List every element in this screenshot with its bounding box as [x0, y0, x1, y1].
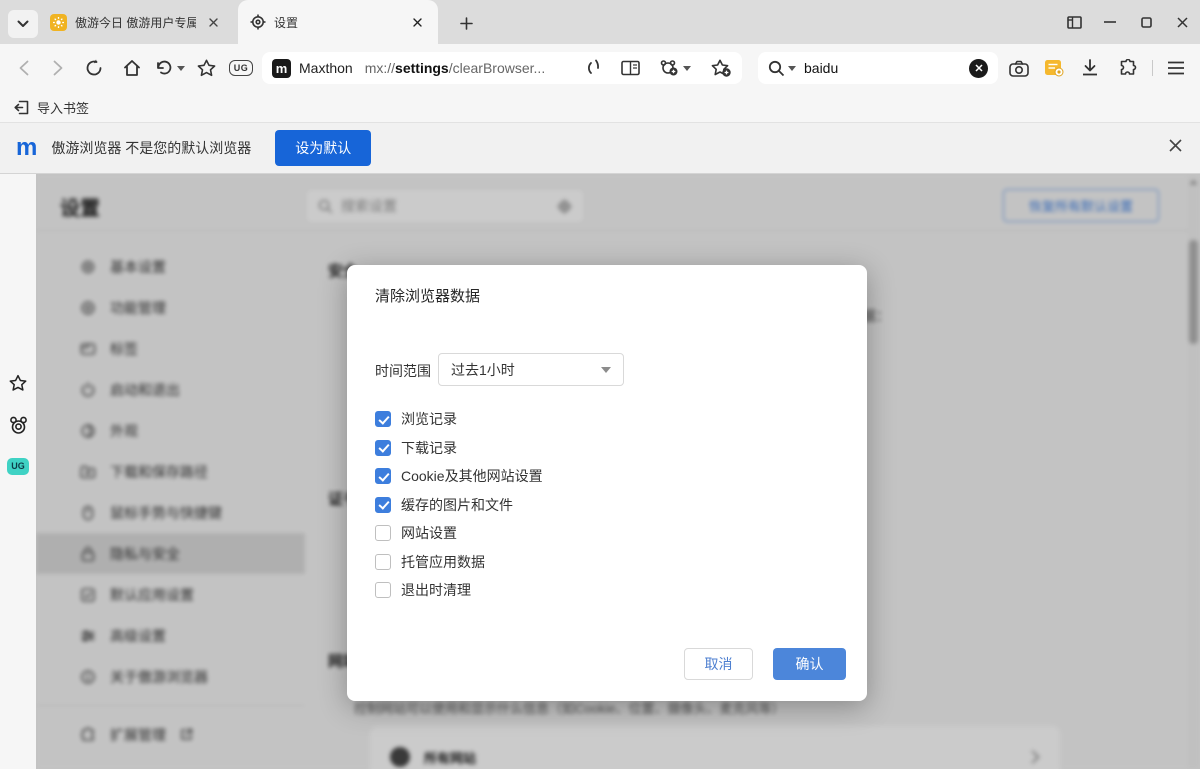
maximize-button[interactable]	[1128, 0, 1164, 44]
checkbox-clear-on-exit[interactable]: 退出时清理	[375, 576, 543, 605]
toolbar-divider	[1152, 60, 1153, 76]
address-bar[interactable]: m Maxthon mx://settings/clearBrowser...	[262, 52, 742, 84]
cancel-button[interactable]: 取消	[684, 648, 753, 680]
today-tab-favicon	[50, 14, 67, 31]
notification-message: 傲游浏览器 不是您的默认浏览器	[51, 138, 251, 158]
main-area: UG 设置 搜索设置 恢复所有默认设置 基本设置 功能管理	[0, 174, 1200, 769]
bookmarks-bar: 导入书签	[0, 92, 1200, 123]
tab-settings[interactable]: 设置	[238, 0, 438, 44]
tab-bar: 傲游今日 傲游用户专属 设置	[0, 0, 1200, 44]
import-bookmarks-button[interactable]: 导入书签	[37, 98, 89, 117]
back-button[interactable]	[8, 44, 40, 92]
boss-panel-icon[interactable]	[1056, 0, 1092, 44]
checkbox-download-history[interactable]: 下载记录	[375, 434, 543, 463]
notification-close-icon[interactable]	[1169, 139, 1182, 152]
undo-button[interactable]	[150, 44, 190, 92]
chevron-down-icon	[601, 367, 611, 373]
time-range-select[interactable]: 过去1小时	[438, 353, 624, 386]
forward-button[interactable]	[42, 44, 74, 92]
favorites-star-icon[interactable]	[7, 372, 29, 394]
search-engine-icon[interactable]	[768, 60, 796, 77]
set-default-button[interactable]: 设为默认	[275, 130, 371, 166]
ug-badge[interactable]: UG	[7, 455, 29, 477]
downloads-icon[interactable]	[1074, 44, 1106, 92]
maxnote-bee-icon[interactable]	[7, 414, 29, 436]
toolbar: UG m Maxthon mx://settings/clearBrowser.…	[0, 44, 1200, 92]
collect-to-maxnote-icon[interactable]	[660, 59, 691, 77]
tab-list-dropdown-button[interactable]	[8, 10, 38, 38]
checkbox[interactable]	[375, 440, 391, 456]
tab-close-icon[interactable]	[204, 13, 222, 31]
search-box[interactable]: baidu	[758, 52, 998, 84]
reader-mode-icon[interactable]	[621, 60, 640, 76]
side-rail: UG	[0, 174, 36, 769]
checkbox-cached-files[interactable]: 缓存的图片和文件	[375, 491, 543, 520]
checkbox[interactable]	[375, 525, 391, 541]
checkbox[interactable]	[375, 497, 391, 513]
ug-mode-button[interactable]: UG	[222, 44, 260, 92]
url-text[interactable]: mx://settings/clearBrowser...	[365, 60, 577, 76]
checkbox[interactable]	[375, 554, 391, 570]
brand-label: Maxthon	[299, 60, 353, 76]
checkbox[interactable]	[375, 411, 391, 427]
close-window-button[interactable]	[1164, 0, 1200, 44]
undo-dropdown-caret[interactable]	[177, 66, 185, 71]
search-input[interactable]: baidu	[804, 60, 969, 76]
tab-title: 傲游今日 傲游用户专属	[75, 14, 196, 31]
favorites-star-button[interactable]	[190, 44, 222, 92]
add-bookmark-star-icon[interactable]	[711, 59, 732, 78]
maxthon-logo-icon: m	[16, 138, 37, 158]
reload-button[interactable]	[78, 44, 110, 92]
new-tab-button[interactable]	[452, 12, 480, 34]
checkbox[interactable]	[375, 582, 391, 598]
time-range-label: 时间范围	[375, 361, 431, 381]
read-aloud-icon[interactable]	[585, 59, 601, 77]
extensions-puzzle-icon[interactable]	[1112, 44, 1144, 92]
clear-data-checklist: 浏览记录 下载记录 Cookie及其他网站设置 缓存的图片和文件 网站设置	[375, 405, 543, 605]
screenshot-camera-icon[interactable]	[1003, 44, 1035, 92]
minimize-button[interactable]	[1092, 0, 1128, 44]
checkbox[interactable]	[375, 468, 391, 484]
tab-title: 设置	[274, 14, 400, 31]
tab-maxthon-today[interactable]: 傲游今日 傲游用户专属	[40, 0, 232, 44]
checkbox-browsing-history[interactable]: 浏览记录	[375, 405, 543, 434]
home-button[interactable]	[116, 44, 148, 92]
default-browser-notification: m 傲游浏览器 不是您的默认浏览器 设为默认	[0, 123, 1200, 174]
tab-close-icon[interactable]	[408, 13, 426, 31]
checkbox-cookies[interactable]: Cookie及其他网站设置	[375, 462, 543, 491]
clear-browser-data-dialog: 清除浏览器数据 时间范围 过去1小时 浏览记录 下载记录 Cookie及其他网站…	[347, 265, 867, 701]
checkbox-hosted-app-data[interactable]: 托管应用数据	[375, 548, 543, 577]
import-bookmarks-icon	[14, 100, 29, 115]
main-menu-icon[interactable]	[1160, 44, 1192, 92]
maxthon-logo-icon: m	[272, 59, 291, 78]
settings-gear-icon	[250, 14, 266, 30]
dialog-title: 清除浏览器数据	[375, 285, 480, 306]
confirm-button[interactable]: 确认	[773, 648, 846, 680]
maxnote-icon[interactable]	[1038, 44, 1070, 92]
checkbox-site-settings[interactable]: 网站设置	[375, 519, 543, 548]
clear-search-icon[interactable]	[969, 59, 988, 78]
